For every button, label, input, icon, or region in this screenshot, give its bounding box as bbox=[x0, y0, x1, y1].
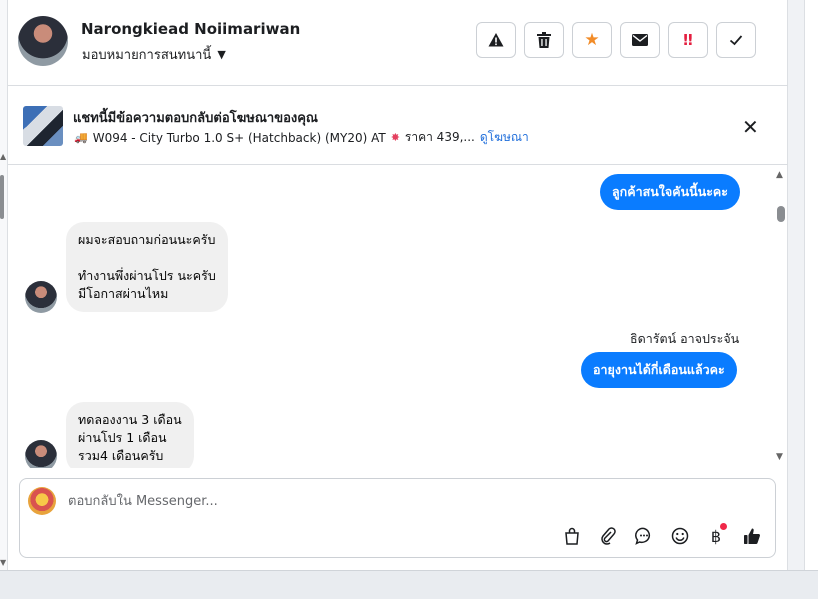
message-incoming[interactable]: ทดลองงาน 3 เดือน ผ่านโปร 1 เดือน รวม4 เด… bbox=[66, 402, 194, 468]
warning-icon bbox=[488, 33, 504, 47]
payment-button[interactable]: ฿ bbox=[705, 523, 727, 547]
truck-icon: 🚚 bbox=[74, 131, 88, 144]
ad-details: 🚚 W094 - City Turbo 1.0 S+ (Hatchback) (… bbox=[74, 128, 529, 147]
scroll-up-icon[interactable]: ▲ bbox=[0, 152, 6, 161]
scroll-thumb[interactable] bbox=[777, 206, 785, 222]
chat-bubble-icon bbox=[635, 527, 651, 545]
user-avatar[interactable] bbox=[18, 16, 68, 66]
close-icon[interactable]: ✕ bbox=[742, 115, 759, 139]
delete-button[interactable] bbox=[524, 22, 564, 58]
view-ad-link[interactable]: ดูโฆษณา bbox=[480, 128, 529, 147]
scroll-down-icon[interactable]: ▼ bbox=[776, 452, 783, 462]
conversation-header: Narongkiead Noiimariwan มอบหมายการสนทนาน… bbox=[8, 0, 788, 86]
scroll-up-icon[interactable]: ▲ bbox=[776, 170, 783, 180]
notification-dot bbox=[720, 523, 727, 530]
reply-input[interactable] bbox=[68, 491, 668, 511]
thread-scrollbar[interactable]: ▲ ▼ bbox=[774, 166, 788, 468]
attach-button[interactable] bbox=[597, 525, 619, 547]
mark-done-button[interactable] bbox=[716, 22, 756, 58]
ad-description: W094 - City Turbo 1.0 S+ (Hatchback) (MY… bbox=[92, 130, 386, 145]
emoji-button[interactable] bbox=[669, 525, 691, 547]
message-outgoing[interactable]: ลูกค้าสนใจคันนี้นะคะ bbox=[600, 174, 740, 210]
ad-title: แชทนี้มีข้อความตอบกลับต่อโฆษณาของคุณ bbox=[73, 111, 318, 126]
like-button[interactable] bbox=[741, 525, 763, 547]
scroll-down-icon[interactable]: ▼ bbox=[0, 558, 6, 567]
check-icon bbox=[729, 35, 743, 46]
message-thread[interactable]: ลูกค้าสนใจคันนี้นะคะ ผมจะสอบถามก่อนนะครั… bbox=[8, 166, 774, 468]
message-composer: ฿ bbox=[19, 478, 776, 558]
mail-icon bbox=[632, 34, 648, 46]
contact-avatar[interactable] bbox=[25, 281, 57, 313]
caret-down-icon: ▼ bbox=[217, 48, 226, 61]
left-scrollbar[interactable]: ▲ ▼ bbox=[0, 0, 8, 570]
emoji-icon bbox=[671, 527, 689, 545]
star-button[interactable]: ★ bbox=[572, 22, 612, 58]
trash-icon bbox=[537, 32, 551, 48]
ad-thumbnail[interactable] bbox=[23, 106, 63, 146]
right-panel bbox=[804, 0, 818, 570]
sparkle-icon: ✸ bbox=[390, 131, 400, 144]
mark-unread-button[interactable] bbox=[620, 22, 660, 58]
shopping-bag-icon bbox=[565, 527, 579, 545]
assign-label: มอบหมายการสนทนานี้ bbox=[82, 48, 212, 63]
star-icon: ★ bbox=[584, 30, 600, 50]
sender-name: ธิดารัตน์ อาจประจัน bbox=[630, 331, 740, 346]
message-outgoing[interactable]: อายุงานได้กี่เดือนแล้วคะ bbox=[581, 352, 737, 388]
baht-icon: ฿ bbox=[710, 526, 722, 546]
user-name[interactable]: Narongkiead Noiimariwan bbox=[81, 20, 300, 38]
shopping-bag-button[interactable] bbox=[561, 525, 583, 547]
page-avatar bbox=[28, 487, 56, 515]
bottom-strip bbox=[0, 570, 818, 599]
urgent-icon: ‼ bbox=[683, 31, 693, 49]
message-incoming[interactable]: ผมจะสอบถามก่อนนะครับ ทำงานพึ่งผ่านโปร นะ… bbox=[66, 222, 228, 312]
mark-urgent-button[interactable]: ‼ bbox=[668, 22, 708, 58]
saved-replies-button[interactable] bbox=[633, 525, 655, 547]
contact-avatar[interactable] bbox=[25, 440, 57, 468]
thumbs-up-icon bbox=[744, 528, 760, 544]
scroll-thumb[interactable] bbox=[0, 175, 4, 219]
conversation-panel: Narongkiead Noiimariwan มอบหมายการสนทนาน… bbox=[8, 0, 788, 570]
ad-price: ราคา 439,... bbox=[404, 130, 475, 144]
composer-tools: ฿ bbox=[561, 523, 763, 547]
paperclip-icon bbox=[601, 527, 616, 545]
ad-context-bar: แชทนี้มีข้อความตอบกลับต่อโฆษณาของคุณ 🚚 W… bbox=[8, 87, 788, 165]
report-button[interactable] bbox=[476, 22, 516, 58]
header-actions: ★ ‼ bbox=[476, 22, 756, 58]
assign-conversation-dropdown[interactable]: มอบหมายการสนทนานี้ ▼ bbox=[82, 44, 226, 65]
